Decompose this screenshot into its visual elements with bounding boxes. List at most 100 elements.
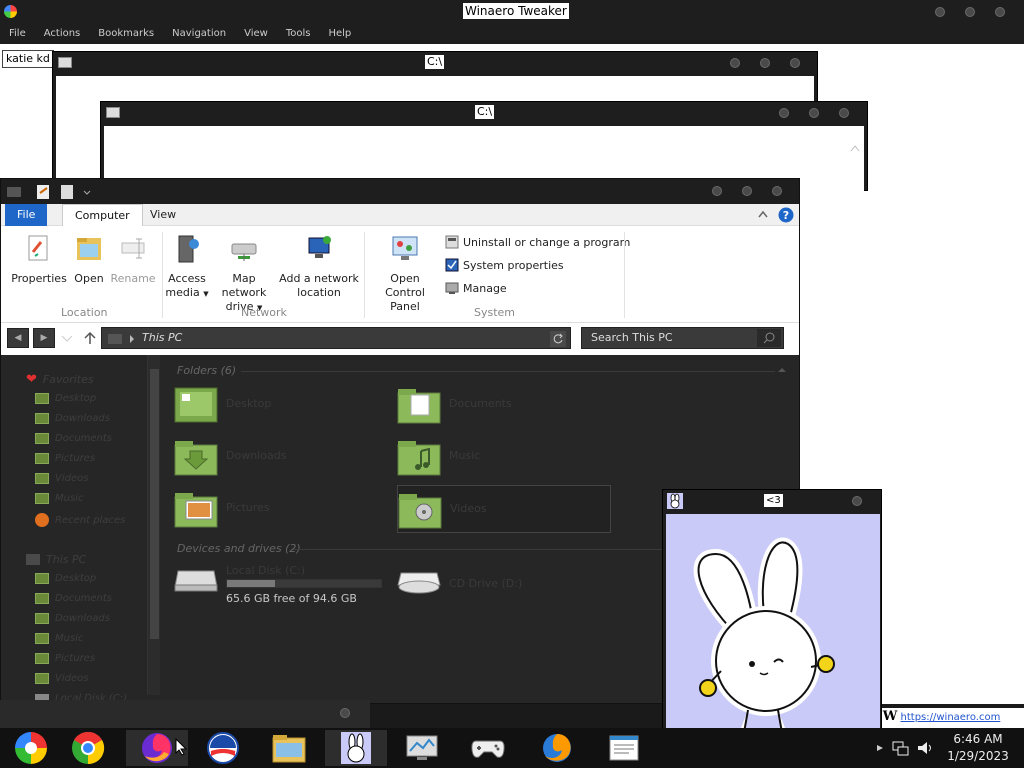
folder-pictures[interactable]: Pictures	[174, 489, 384, 535]
drive-usage-fill	[227, 580, 275, 587]
nav-favorites[interactable]: ❤ Favorites	[26, 372, 94, 387]
access-media-button[interactable]: Access media ▼	[163, 234, 211, 301]
console-icon	[58, 57, 72, 68]
menu-view[interactable]: View	[235, 24, 277, 44]
menu-bookmarks[interactable]: Bookmarks	[89, 24, 163, 44]
up-arrow-icon[interactable]	[84, 331, 96, 345]
close-button[interactable]	[340, 708, 350, 718]
menu-file[interactable]: File	[0, 24, 35, 44]
help-icon[interactable]: ?	[778, 207, 794, 223]
folder-desktop[interactable]: Desktop	[174, 385, 384, 431]
nav-scrollbar[interactable]	[147, 355, 160, 695]
close-button[interactable]	[790, 58, 800, 68]
nav-fav-desktop[interactable]: Desktop	[35, 393, 96, 404]
close-button[interactable]	[995, 7, 1005, 17]
nav-pc-videos[interactable]: Videos	[35, 673, 88, 684]
manage-button[interactable]: Manage	[445, 281, 507, 295]
nav-fav-videos[interactable]: Videos	[35, 473, 88, 484]
search-icon[interactable]	[757, 329, 781, 347]
winaero-link[interactable]: https://winaero.com	[901, 712, 1001, 723]
nav-fav-pictures[interactable]: Pictures	[35, 453, 95, 464]
open-control-panel-button[interactable]: Open Control Panel	[369, 234, 441, 314]
folder-music[interactable]: Music	[397, 437, 607, 483]
tab-view[interactable]: View	[138, 204, 188, 226]
close-button[interactable]	[772, 186, 782, 196]
close-button[interactable]	[839, 108, 849, 118]
nav-pc-pictures[interactable]: Pictures	[35, 653, 95, 664]
taskbar-sticker-app[interactable]	[325, 730, 387, 766]
rename-button[interactable]: Rename	[109, 234, 157, 286]
taskbar-game-app[interactable]	[457, 730, 519, 766]
drive-usage-bar	[226, 579, 382, 588]
maximize-button[interactable]	[965, 7, 975, 17]
taskbar-monitor-app[interactable]	[391, 730, 453, 766]
minimize-button[interactable]	[712, 186, 722, 196]
menu-actions[interactable]: Actions	[35, 24, 90, 44]
taskbar-clock[interactable]: 6:46 AM 1/29/2023	[938, 731, 1018, 765]
nav-this-pc[interactable]: This PC	[26, 553, 86, 566]
maximize-button[interactable]	[760, 58, 770, 68]
system-properties-button[interactable]: System properties	[445, 258, 564, 272]
map-network-drive-button[interactable]: Map network drive ▼	[209, 234, 279, 315]
clock-time: 6:46 AM	[953, 732, 1003, 746]
minimize-button[interactable]	[935, 7, 945, 17]
scroll-up-icon[interactable]	[850, 144, 860, 152]
refresh-icon[interactable]	[550, 331, 566, 347]
tab-computer[interactable]: Computer	[62, 204, 143, 226]
nav-pc-documents[interactable]: Documents	[35, 593, 112, 604]
uninstall-program-button[interactable]: Uninstall or change a program	[445, 235, 630, 249]
menu-help[interactable]: Help	[319, 24, 360, 44]
properties-button[interactable]: Properties	[9, 234, 69, 286]
tweaker-search-input[interactable]: katie kd	[2, 50, 54, 68]
taskbar-firefox-alt[interactable]	[526, 730, 588, 766]
maximize-button[interactable]	[742, 186, 752, 196]
manage-icon	[445, 282, 459, 294]
tray-expand-icon[interactable]	[876, 744, 884, 752]
drive-cd-d[interactable]: CD Drive (D:)	[397, 561, 597, 601]
folder-documents[interactable]: Documents	[397, 385, 607, 431]
start-button[interactable]	[0, 730, 62, 766]
minimize-button[interactable]	[779, 108, 789, 118]
minimize-button[interactable]	[730, 58, 740, 68]
winaero-logo-icon: W	[882, 709, 898, 724]
recent-locations-icon[interactable]	[61, 335, 73, 343]
collapse-section-icon[interactable]	[777, 367, 787, 373]
nav-pc-downloads[interactable]: Downloads	[35, 613, 110, 624]
nav-fav-music[interactable]: Music	[35, 493, 83, 504]
network-location-icon	[308, 236, 331, 258]
menu-tools[interactable]: Tools	[277, 24, 320, 44]
documents-folder-icon	[397, 389, 441, 424]
close-button[interactable]	[852, 496, 862, 506]
collapse-ribbon-icon[interactable]	[758, 210, 768, 218]
back-button[interactable]: ◀	[7, 328, 29, 348]
nav-pc-desktop[interactable]: Desktop	[35, 573, 96, 584]
drive-local-disk-c[interactable]: Local Disk (C:) 65.6 GB free of 94.6 GB	[174, 561, 394, 605]
folder-videos[interactable]: Videos	[397, 485, 611, 533]
search-box[interactable]: Search This PC	[581, 327, 784, 349]
address-bar[interactable]: This PC	[101, 327, 571, 349]
taskbar-file-explorer[interactable]	[258, 730, 320, 766]
drive-c-name: Local Disk (C:)	[226, 564, 306, 577]
add-location-label-2: location	[297, 286, 341, 299]
taskbar-notepad[interactable]	[593, 730, 655, 766]
section-divider	[241, 371, 775, 372]
menu-navigation[interactable]: Navigation	[163, 24, 235, 44]
taskbar-obama-app[interactable]	[192, 730, 254, 766]
scrollbar-thumb[interactable]	[150, 369, 159, 639]
forward-button[interactable]: ▶	[33, 328, 55, 348]
pictures-icon	[35, 453, 49, 464]
notepad-icon	[609, 735, 639, 761]
tab-file[interactable]: File	[5, 204, 48, 226]
taskbar-chrome[interactable]	[57, 730, 119, 766]
add-network-location-button[interactable]: Add a network location	[279, 234, 359, 300]
network-icon[interactable]	[892, 740, 910, 756]
nav-fav-documents[interactable]: Documents	[35, 433, 112, 444]
nav-fav-downloads[interactable]: Downloads	[35, 413, 110, 424]
music-icon	[35, 633, 49, 644]
open-button[interactable]: Open	[71, 234, 107, 286]
volume-icon[interactable]	[916, 740, 934, 756]
folder-downloads[interactable]: Downloads	[174, 437, 384, 483]
nav-fav-recent-places[interactable]: Recent places	[35, 513, 125, 527]
nav-pc-music[interactable]: Music	[35, 633, 83, 644]
maximize-button[interactable]	[809, 108, 819, 118]
